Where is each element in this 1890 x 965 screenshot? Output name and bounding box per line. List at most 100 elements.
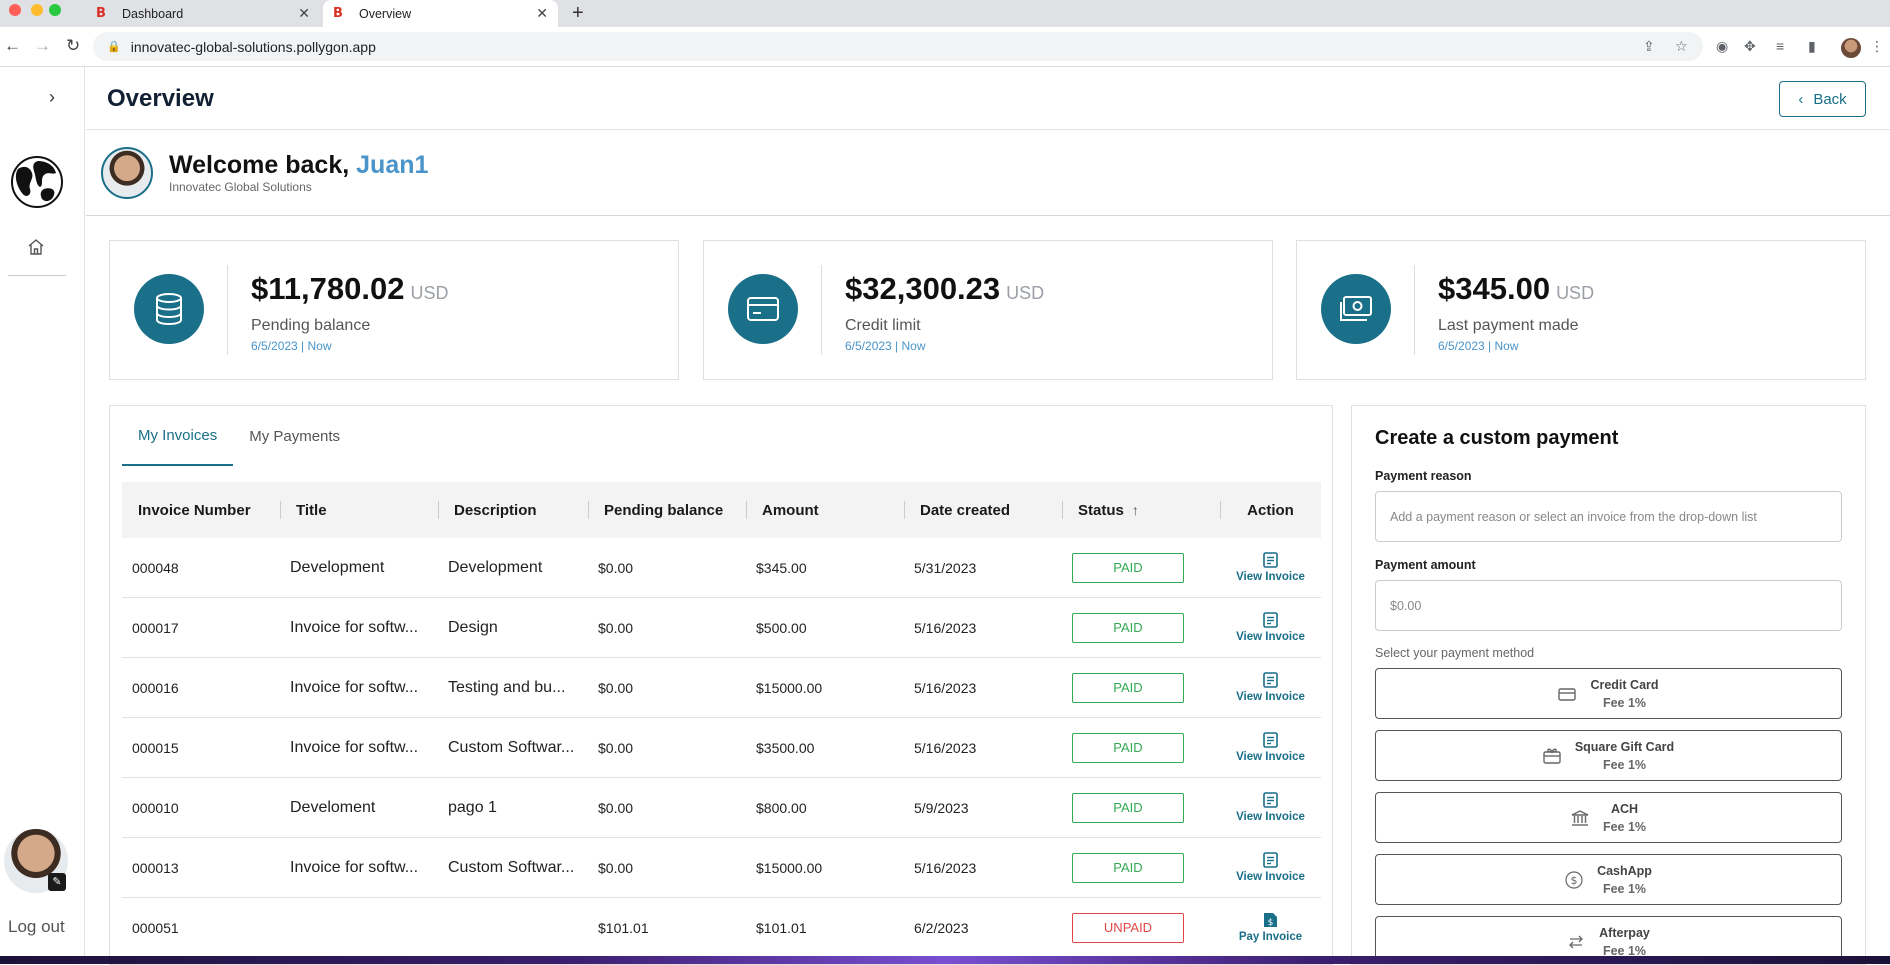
close-icon[interactable]: ✕ <box>298 5 310 22</box>
invoice-status-cell: PAID <box>1062 852 1220 883</box>
home-icon[interactable] <box>27 238 45 256</box>
invoice-amount-cell: $15000.00 <box>756 679 823 696</box>
globe-logo-icon <box>11 156 63 208</box>
column-header-invoice-number[interactable]: Invoice Number <box>122 482 280 538</box>
url-field[interactable]: 🔒 innovatec-global-solutions.pollygon.ap… <box>93 32 1703 61</box>
payment-method-text: Square Gift Card Fee 1% <box>1575 738 1674 774</box>
menu-dots-icon[interactable]: ⋮ <box>1870 38 1884 55</box>
invoice-date-cell: 5/16/2023 <box>914 859 977 876</box>
gift-card-icon <box>1543 748 1561 764</box>
invoice-amount-cell: $15000.00 <box>756 859 823 876</box>
page-header: Overview ‹ Back <box>86 67 1890 130</box>
invoice-title-cell: Invoice for softw... <box>290 858 419 876</box>
card-divider <box>227 265 228 355</box>
invoice-title-cell: Development <box>290 558 385 576</box>
document-icon <box>1263 612 1278 628</box>
new-tab-button[interactable]: + <box>572 2 584 25</box>
action-label: View Invoice <box>1236 811 1305 823</box>
invoices-table: Invoice Number Title Description Pending… <box>122 482 1321 958</box>
payment-method-text: Credit Card Fee 1% <box>1590 676 1658 712</box>
lock-icon: 🔒 <box>107 41 121 53</box>
view-invoice-button[interactable]: View Invoice <box>1220 612 1321 643</box>
chevron-right-icon[interactable]: › <box>49 87 55 108</box>
invoice-amount-cell: $500.00 <box>756 619 807 636</box>
status-badge: PAID <box>1072 732 1184 763</box>
close-icon[interactable]: ✕ <box>536 5 548 22</box>
window-maximize-button[interactable] <box>49 4 61 16</box>
logout-link[interactable]: Log out <box>8 917 65 937</box>
forward-arrow-icon[interactable]: → <box>34 36 51 56</box>
table-row: 000015 Invoice for softw... Custom Softwar… <box>122 718 1321 778</box>
view-invoice-button[interactable]: View Invoice <box>1220 552 1321 583</box>
invoice-pending-cell: $0.00 <box>598 619 634 636</box>
sort-ascending-icon[interactable]: ↑ <box>1132 502 1139 518</box>
payment-method-credit-card[interactable]: Credit Card Fee 1% <box>1375 668 1842 719</box>
back-arrow-icon[interactable]: ← <box>4 36 21 56</box>
payment-reason-input[interactable] <box>1375 491 1842 542</box>
stat-date: 6/5/2023 | Now <box>1438 339 1519 353</box>
browser-tab-title: Dashboard <box>122 6 184 21</box>
sidebar-divider <box>8 275 66 276</box>
column-header-date-created[interactable]: Date created <box>904 482 1062 538</box>
browser-tab-overview[interactable]: B Overview ✕ <box>323 0 558 27</box>
status-badge: PAID <box>1072 612 1184 643</box>
browser-tab-dashboard[interactable]: B Dashboard ✕ <box>86 0 320 27</box>
payment-amount-input[interactable] <box>1375 580 1842 631</box>
page-title: Overview <box>107 85 214 112</box>
invoice-status-cell: PAID <box>1062 552 1220 583</box>
payment-method-fee: Fee 1% <box>1602 881 1647 896</box>
column-header-title[interactable]: Title <box>280 482 438 538</box>
reload-icon[interactable]: ↻ <box>66 36 80 56</box>
card-divider <box>1414 265 1415 355</box>
sidepanel-icon[interactable]: ▮ <box>1808 38 1816 55</box>
invoice-pending-cell: $0.00 <box>598 559 634 576</box>
payment-method-cashapp[interactable]: $ CashApp Fee 1% <box>1375 854 1842 905</box>
share-icon[interactable]: ⇪ <box>1643 38 1655 55</box>
bookmark-star-icon[interactable]: ☆ <box>1675 38 1688 55</box>
view-invoice-button[interactable]: View Invoice <box>1220 732 1321 763</box>
document-icon <box>1263 552 1278 568</box>
extension-icon[interactable]: ◉ <box>1716 38 1728 55</box>
payment-method-name: CashApp <box>1597 863 1652 878</box>
card-divider <box>821 265 822 355</box>
welcome-greeting: Welcome back, <box>169 151 350 179</box>
payment-method-fee: Fee 1% <box>1602 757 1647 772</box>
credit-card-icon <box>1558 687 1577 701</box>
back-button[interactable]: ‹ Back <box>1779 81 1866 117</box>
puzzle-icon[interactable]: ✥ <box>1744 38 1756 55</box>
stat-amount: $345.00 USD <box>1438 271 1595 306</box>
payment-method-label: Select your payment method <box>1375 646 1535 660</box>
window-minimize-button[interactable] <box>31 4 43 16</box>
table-row: 000010 Develoment pago 1 $0.00 $800.00 5/9/20… <box>122 778 1321 838</box>
status-badge: PAID <box>1072 792 1184 823</box>
edit-profile-icon[interactable]: ✎ <box>48 873 66 891</box>
invoice-number-cell: 000017 <box>132 619 179 636</box>
column-header-pending-balance[interactable]: Pending balance <box>588 482 746 538</box>
payment-method-ach[interactable]: ACH Fee 1% <box>1375 792 1842 843</box>
column-header-description[interactable]: Description <box>438 482 588 538</box>
stat-amount: $32,300.23 USD <box>845 271 1045 306</box>
back-button-label: Back <box>1813 90 1847 108</box>
invoice-description-cell: pago 1 <box>448 798 497 816</box>
stat-currency: USD <box>1006 283 1045 303</box>
media-icon[interactable]: ≡ <box>1776 38 1784 54</box>
invoices-panel: My Invoices My Payments Invoice Number T… <box>109 405 1333 965</box>
browser-profile-avatar[interactable] <box>1841 38 1861 58</box>
tab-my-payments[interactable]: My Payments <box>233 406 356 466</box>
view-invoice-button[interactable]: View Invoice <box>1220 672 1321 703</box>
custom-payment-title: Create a custom payment <box>1375 427 1619 449</box>
payment-method-fee: Fee 1% <box>1602 695 1647 710</box>
invoice-amount-cell: $3500.00 <box>756 739 815 756</box>
view-invoice-button[interactable]: View Invoice <box>1220 852 1321 883</box>
document-icon <box>1263 852 1278 868</box>
pay-invoice-button[interactable]: $ Pay Invoice <box>1220 912 1321 943</box>
payment-method-square-gift-card[interactable]: Square Gift Card Fee 1% <box>1375 730 1842 781</box>
tab-my-invoices[interactable]: My Invoices <box>122 406 234 466</box>
stat-currency: USD <box>410 283 449 303</box>
column-header-status[interactable]: Status ↑ <box>1062 482 1220 538</box>
column-header-amount[interactable]: Amount <box>746 482 904 538</box>
window-close-button[interactable] <box>9 4 21 16</box>
app-favicon-icon: B <box>333 5 343 21</box>
view-invoice-button[interactable]: View Invoice <box>1220 792 1321 823</box>
invoice-date-cell: 5/31/2023 <box>914 559 977 576</box>
